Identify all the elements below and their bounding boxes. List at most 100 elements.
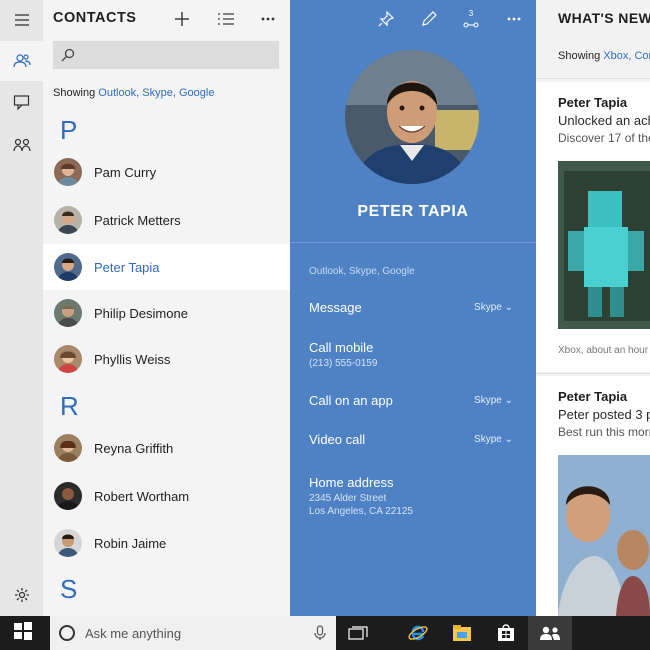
action-label: Home address [309, 475, 394, 490]
groups-icon[interactable] [0, 125, 43, 165]
app-name: Skype [474, 395, 502, 406]
linked-profiles-icon[interactable]: 3 [460, 8, 482, 30]
whats-new-pane: WHAT'S NEW Showing Xbox, Cortana Peter T… [536, 0, 650, 616]
linked-count: 3 [468, 9, 474, 18]
contacts-search-input[interactable] [53, 41, 279, 69]
cortana-circle-icon [58, 624, 76, 642]
pin-icon[interactable] [375, 8, 397, 30]
showing-sources-link[interactable]: Outlook, Skype, Google [98, 87, 214, 99]
posted-photo [558, 455, 650, 616]
people-app-icon[interactable] [528, 616, 572, 650]
select-list-icon[interactable] [213, 6, 239, 32]
video-call-action[interactable]: Video call Skype ⌄ [309, 432, 519, 447]
app-name: Skype [474, 302, 502, 313]
contact-row[interactable]: Robin Jaime [43, 520, 290, 566]
divider [536, 78, 650, 79]
contact-name: Robin Jaime [94, 535, 167, 551]
internet-explorer-icon[interactable] [396, 616, 440, 650]
news-author: Peter Tapia [558, 389, 628, 404]
contacts-nav-icon[interactable] [0, 41, 43, 81]
start-button[interactable] [0, 616, 46, 650]
news-headline: Unlocked an achievement [558, 113, 650, 128]
news-author: Peter Tapia [558, 95, 628, 110]
more-options-icon[interactable] [255, 6, 281, 32]
avatar [54, 206, 82, 234]
search-placeholder: Ask me anything [85, 625, 182, 641]
more-options-icon[interactable] [503, 8, 525, 30]
call-on-app-action[interactable]: Call on an app Skype ⌄ [309, 393, 519, 408]
windows-logo-icon [14, 621, 32, 645]
task-view-icon[interactable] [336, 616, 380, 650]
divider [536, 373, 650, 374]
chevron-down-icon: ⌄ [504, 434, 513, 445]
address-city: Los Angeles, CA 22125 [309, 506, 413, 517]
contact-name-heading: PETER TAPIA [357, 203, 469, 220]
avatar [54, 299, 82, 327]
showing-label: Showing [558, 50, 601, 62]
source-filter[interactable]: Showing Outlook, Skype, Google [53, 87, 214, 99]
avatar [54, 345, 82, 373]
home-address-action[interactable]: Home address 2345 Alder Street Los Angel… [309, 475, 519, 518]
hamburger-icon[interactable] [0, 0, 43, 40]
achievement-image [558, 161, 650, 329]
contact-row[interactable]: Patrick Metters [43, 197, 290, 243]
divider [290, 242, 536, 243]
contact-detail-pane: 3 PETER TAPIA Outlook, Skype, Google Mes… [290, 0, 536, 616]
taskbar: Ask me anything [0, 616, 650, 650]
contact-name: Peter Tapia [94, 259, 160, 275]
address-street: 2345 Alder Street [309, 493, 387, 504]
contact-name: Phyllis Weiss [94, 351, 171, 367]
avatar [54, 529, 82, 557]
contact-name: Robert Wortham [94, 488, 190, 504]
contact-row[interactable]: Pam Curry [43, 149, 290, 195]
avatar [54, 434, 82, 462]
contact-row[interactable]: Reyna Griffith [43, 425, 290, 471]
phone-number: (213) 555-0159 [309, 358, 378, 369]
chevron-down-icon: ⌄ [504, 302, 513, 313]
nav-rail [0, 0, 43, 616]
showing-sources-link[interactable]: Xbox, Cortana [603, 50, 650, 62]
news-headline: Peter posted 3 photos [558, 407, 650, 422]
edit-pencil-icon[interactable] [418, 8, 440, 30]
store-icon[interactable] [484, 616, 528, 650]
file-explorer-icon[interactable] [440, 616, 484, 650]
contacts-pane: CONTACTS Showing Outlook, Skype, Google … [43, 0, 290, 616]
app-name: Skype [474, 434, 502, 445]
contact-row[interactable]: Phyllis Weiss [43, 336, 290, 382]
contact-row[interactable]: Robert Wortham [43, 473, 290, 519]
news-card[interactable]: Peter Tapia Unlocked an achievement Disc… [536, 82, 650, 372]
group-letter-r[interactable]: R [60, 391, 79, 422]
contact-row-selected[interactable]: Peter Tapia [43, 244, 290, 290]
contact-photo [345, 50, 479, 184]
add-contact-icon[interactable] [169, 6, 195, 32]
contact-name: Reyna Griffith [94, 440, 174, 456]
showing-label: Showing [53, 87, 96, 99]
microphone-icon[interactable] [314, 625, 326, 646]
action-label: Call mobile [309, 340, 374, 355]
whats-new-title: WHAT'S NEW [558, 10, 650, 26]
message-action[interactable]: Message Skype ⌄ [309, 300, 519, 315]
news-source-filter[interactable]: Showing Xbox, Cortana [558, 50, 650, 62]
chevron-down-icon: ⌄ [504, 395, 513, 406]
search-icon [61, 48, 75, 67]
contact-name: Philip Desimone [94, 305, 188, 321]
app-selector[interactable]: Skype ⌄ [474, 395, 513, 406]
cortana-search-box[interactable]: Ask me anything [50, 616, 336, 650]
contact-row[interactable]: Philip Desimone [43, 290, 290, 336]
conversations-icon[interactable] [0, 82, 43, 122]
group-letter-s[interactable]: S [60, 574, 77, 605]
settings-gear-icon[interactable] [0, 575, 43, 615]
news-card[interactable]: Peter Tapia Peter posted 3 photos Best r… [536, 376, 650, 616]
news-detail: Discover 17 of the... [558, 131, 650, 145]
avatar [54, 482, 82, 510]
app-selector[interactable]: Skype ⌄ [474, 434, 513, 445]
contact-name: Patrick Metters [94, 212, 181, 228]
group-letter-p[interactable]: P [60, 115, 77, 146]
avatar [54, 158, 82, 186]
call-mobile-action[interactable]: Call mobile (213) 555-0159 [309, 340, 519, 370]
news-caption: Xbox, about an hour ago [558, 345, 650, 356]
contacts-title: CONTACTS [53, 10, 137, 26]
avatar [54, 253, 82, 281]
news-detail: Best run this morning [558, 425, 650, 439]
app-selector[interactable]: Skype ⌄ [474, 302, 513, 313]
